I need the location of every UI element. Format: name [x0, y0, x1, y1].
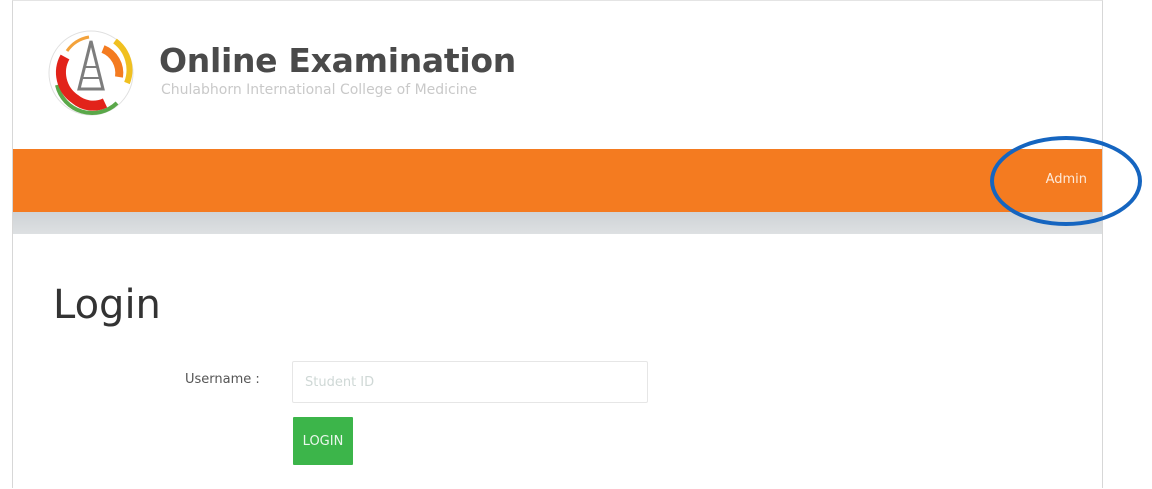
college-seal-logo	[48, 30, 134, 116]
username-input[interactable]	[292, 361, 648, 403]
username-label: Username :	[185, 372, 260, 387]
page-title: Login	[53, 282, 161, 328]
admin-link[interactable]: Admin	[1046, 172, 1087, 187]
page-frame: Online Examination Chulabhorn Internatio…	[12, 0, 1103, 488]
navbar-divider	[13, 212, 1102, 234]
login-section: Login Username : LOGIN	[13, 234, 1102, 489]
site-subtitle: Chulabhorn International College of Medi…	[161, 82, 478, 98]
site-title: Online Examination	[159, 41, 516, 80]
login-button[interactable]: LOGIN	[293, 417, 353, 465]
site-header: Online Examination Chulabhorn Internatio…	[13, 1, 1102, 149]
top-navbar: Admin	[13, 149, 1102, 212]
